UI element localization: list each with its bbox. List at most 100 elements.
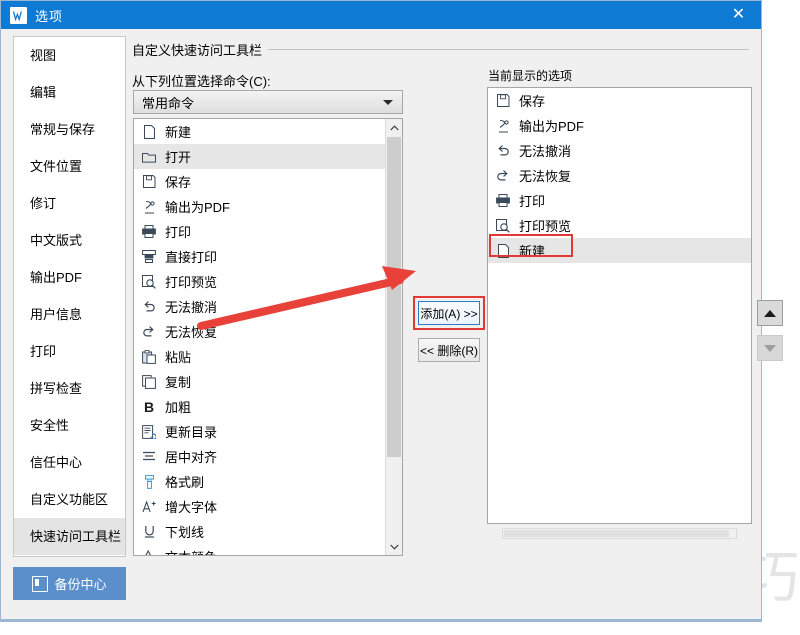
list-item[interactable]: 打开 (134, 144, 402, 169)
new-document-icon (495, 243, 511, 259)
list-item-label: 加粗 (165, 400, 192, 415)
available-commands-list[interactable]: 新建 打开 保存 输出为PDF 打印 直接打印 打印预览 无法撤消 无法恢复 粘… (133, 118, 403, 556)
save-icon (495, 93, 511, 109)
chevron-up-icon[interactable] (386, 119, 402, 136)
sidebar-item-edit[interactable]: 编辑 (14, 74, 125, 111)
increase-font-icon (141, 499, 157, 515)
sidebar-item-revisions[interactable]: 修订 (14, 185, 125, 222)
current-items-hscrollbar[interactable] (502, 528, 737, 539)
move-down-button[interactable] (757, 335, 783, 361)
list-item-label: 保存 (519, 94, 546, 109)
sidebar-item-user-info[interactable]: 用户信息 (14, 296, 125, 333)
list-item[interactable]: 输出为PDF (488, 113, 751, 138)
format-painter-icon (141, 474, 157, 490)
command-source-value: 常用命令 (142, 95, 195, 111)
command-source-select[interactable]: 常用命令 (133, 90, 403, 114)
group-divider (268, 48, 749, 50)
add-button[interactable]: 添加(A) >> (418, 301, 480, 325)
chevron-down-icon[interactable] (386, 538, 402, 555)
list-item-label: 无法恢复 (519, 169, 572, 184)
sidebar-item-quick-access-toolbar[interactable]: 快速访问工具栏 (14, 518, 125, 555)
list-item[interactable]: 无法恢复 (488, 163, 751, 188)
triangle-up-icon (764, 309, 776, 317)
scrollbar-grip (389, 274, 399, 284)
list-item[interactable]: 保存 (488, 88, 751, 113)
list-item[interactable]: 打印 (134, 219, 402, 244)
remove-button[interactable]: << 删除(R) (418, 338, 480, 362)
list-item[interactable]: 复制 (134, 369, 402, 394)
list-item-label: 打印预览 (519, 219, 572, 234)
wps-writer-icon (10, 6, 27, 24)
choose-commands-label: 从下列位置选择命令(C): (132, 74, 271, 89)
title-bar: 选项 ✕ (1, 1, 761, 29)
list-item[interactable]: 格式刷 (134, 469, 402, 494)
list-item[interactable]: 居中对齐 (134, 444, 402, 469)
new-document-icon (141, 124, 157, 140)
screen: 软件技巧 选项 ✕ 视图 编辑 常规与保存 文件位置 修订 中文版式 输出PDF… (0, 0, 800, 635)
list-item-label: 新建 (519, 244, 546, 259)
sidebar-item-security[interactable]: 安全性 (14, 407, 125, 444)
sidebar-item-view[interactable]: 视图 (14, 37, 125, 74)
current-items-scroll-area: 保存 输出为PDF 无法撤消 无法恢复 打印 打印预览 新建 (488, 88, 751, 523)
export-pdf-icon (495, 118, 511, 134)
list-item-label: 下划线 (165, 525, 205, 540)
current-items-label: 当前显示的选项 (488, 69, 573, 83)
list-item[interactable]: 粘贴 (134, 344, 402, 369)
print-preview-icon (495, 218, 511, 234)
sidebar-item-trust-center[interactable]: 信任中心 (14, 444, 125, 481)
print-icon (141, 224, 157, 240)
list-item[interactable]: 输出为PDF (134, 194, 402, 219)
close-icon[interactable]: ✕ (716, 1, 761, 29)
available-commands-scroll-area: 新建 打开 保存 输出为PDF 打印 直接打印 打印预览 无法撤消 无法恢复 粘… (134, 119, 402, 555)
save-icon (141, 174, 157, 190)
list-item[interactable]: 直接打印 (134, 244, 402, 269)
list-item[interactable]: 文本颜色 (134, 544, 402, 555)
list-item-label: 输出为PDF (165, 200, 231, 215)
current-items-list[interactable]: 保存 输出为PDF 无法撤消 无法恢复 打印 打印预览 新建 (487, 87, 752, 524)
list-item-label: 增大字体 (165, 500, 218, 515)
sidebar-item-print[interactable]: 打印 (14, 333, 125, 370)
underline-icon (141, 524, 157, 540)
list-item[interactable]: 无法恢复 (134, 319, 402, 344)
scrollbar-thumb[interactable] (504, 530, 729, 537)
sidebar-item-custom-ribbon[interactable]: 自定义功能区 (14, 481, 125, 518)
list-item[interactable]: 打印预览 (488, 213, 751, 238)
sidebar-item-chinese-layout[interactable]: 中文版式 (14, 222, 125, 259)
list-item[interactable]: B 加粗 (134, 394, 402, 419)
settings-sidebar[interactable]: 视图 编辑 常规与保存 文件位置 修订 中文版式 输出PDF 用户信息 打印 拼… (13, 36, 126, 557)
bold-icon: B (143, 398, 155, 415)
sidebar-item-spell-check[interactable]: 拼写检查 (14, 370, 125, 407)
list-item-label: 输出为PDF (519, 119, 585, 134)
list-item-label: 打印预览 (165, 275, 218, 290)
backup-center-button[interactable]: 备份中心 (13, 567, 126, 600)
available-commands-scrollbar[interactable] (385, 119, 402, 555)
list-item-label: 新建 (165, 125, 192, 140)
list-item[interactable]: 无法撤消 (134, 294, 402, 319)
list-item[interactable]: 打印预览 (134, 269, 402, 294)
sidebar-item-file-location[interactable]: 文件位置 (14, 148, 125, 185)
move-up-button[interactable] (757, 300, 783, 326)
list-item[interactable]: 打印 (488, 188, 751, 213)
list-item-label: 复制 (165, 375, 192, 390)
chevron-down-icon (383, 100, 393, 105)
sidebar-item-general-save[interactable]: 常规与保存 (14, 111, 125, 148)
list-item-label: 直接打印 (165, 250, 218, 265)
list-item-label: 打印 (165, 225, 192, 240)
list-item-label: 保存 (165, 175, 192, 190)
list-item[interactable]: 下划线 (134, 519, 402, 544)
list-item[interactable]: 新建 (488, 238, 751, 263)
scrollbar-thumb[interactable] (387, 137, 401, 457)
quick-print-icon (141, 249, 157, 265)
list-item[interactable]: 增大字体 (134, 494, 402, 519)
options-dialog: 选项 ✕ 视图 编辑 常规与保存 文件位置 修订 中文版式 输出PDF 用户信息… (0, 0, 783, 622)
list-item-label: 居中对齐 (165, 450, 218, 465)
sidebar-item-output-pdf[interactable]: 输出PDF (14, 259, 125, 296)
list-item[interactable]: 新建 (134, 119, 402, 144)
list-item[interactable]: 更新目录 (134, 419, 402, 444)
list-item[interactable]: 无法撤消 (488, 138, 751, 163)
redo-icon (495, 168, 511, 184)
list-item[interactable]: 保存 (134, 169, 402, 194)
update-toc-icon (141, 424, 157, 440)
text-color-icon (141, 549, 157, 555)
list-item-label: 打印 (519, 194, 546, 209)
